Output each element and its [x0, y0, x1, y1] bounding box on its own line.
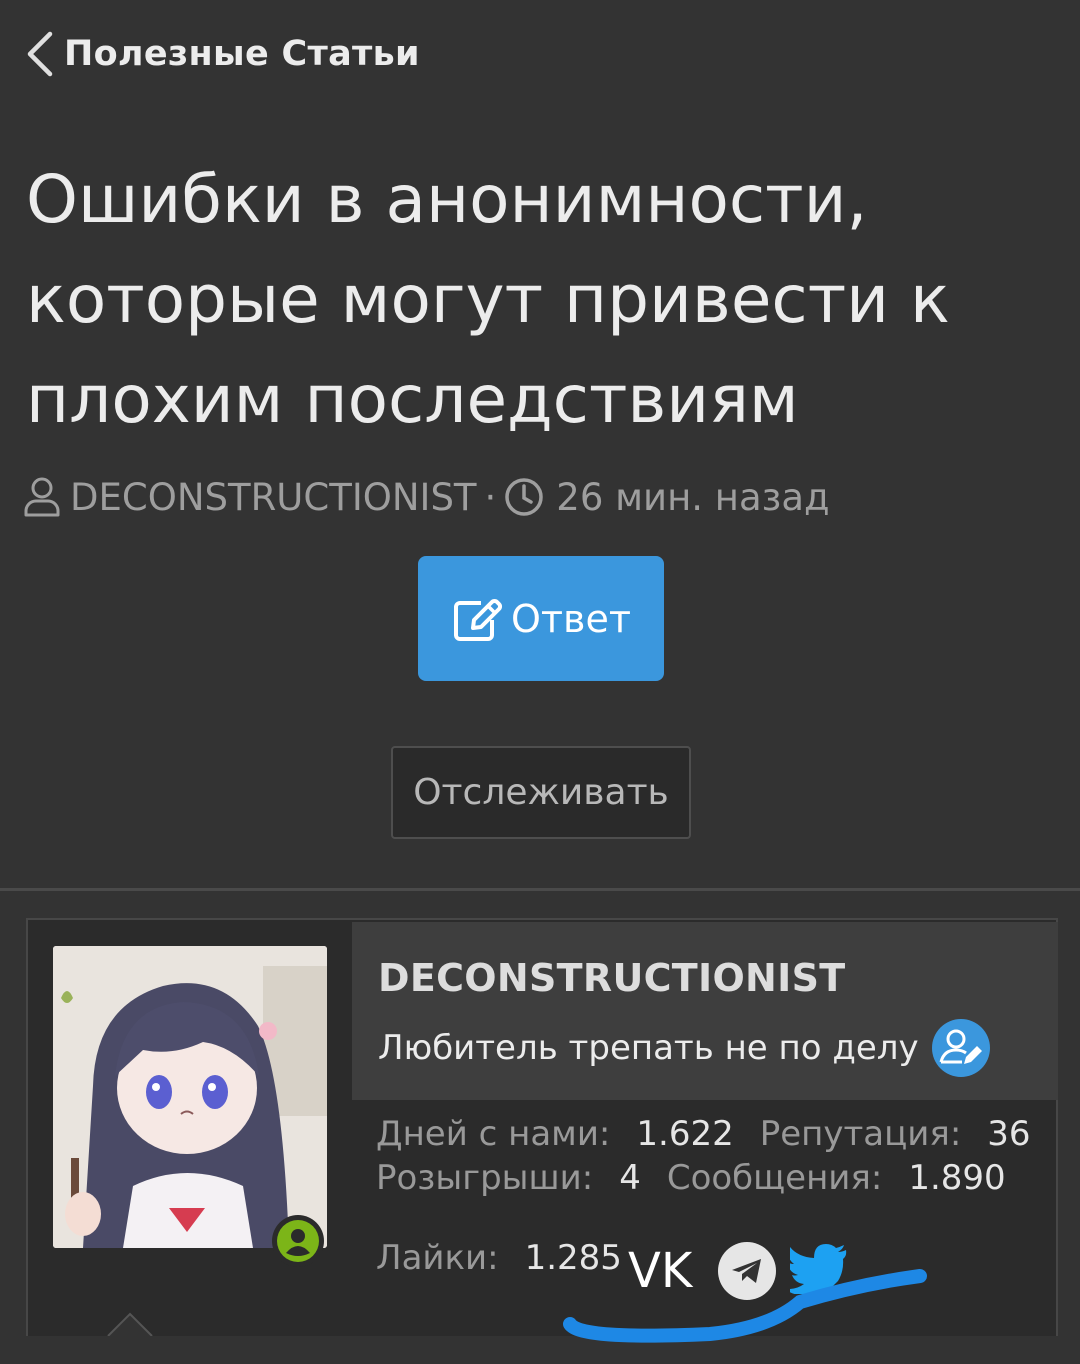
user-card-title: Любитель трепать не по делу: [378, 1018, 991, 1078]
stats-row-2: Розыгрыши: 4 Сообщения: 1.890: [376, 1158, 1006, 1198]
user-card-title-text: Любитель трепать не по делу: [378, 1028, 919, 1068]
breadcrumb-label: Полезные Статьи: [64, 34, 420, 74]
twitter-icon[interactable]: [784, 1244, 848, 1298]
thread-author-link[interactable]: DECONSTRUCTIONIST: [70, 476, 477, 519]
user-card-avatar-column: [28, 920, 352, 1336]
user-icon: [22, 476, 62, 518]
online-user-icon: [277, 1220, 319, 1262]
chevron-left-icon: [27, 31, 53, 77]
stat-days-label: Дней с нами:: [376, 1114, 611, 1154]
avatar[interactable]: [53, 946, 327, 1248]
thread-meta: DECONSTRUCTIONIST · 26 мин. назад: [22, 472, 830, 522]
social-links: VK: [628, 1242, 848, 1300]
edit-icon: [454, 598, 503, 641]
stats-row-3: Лайки: 1.285: [376, 1238, 622, 1278]
follow-button[interactable]: Отслеживать: [391, 746, 691, 839]
stat-messages-value: 1.890: [908, 1158, 1006, 1198]
stats-row-1: Дней с нами: 1.622 Репутация: 36: [376, 1114, 1031, 1154]
follow-button-label: Отслеживать: [413, 772, 669, 813]
thread-time[interactable]: 26 мин. назад: [556, 476, 829, 519]
vk-link[interactable]: VK: [628, 1243, 692, 1299]
meta-separator: ·: [484, 475, 497, 519]
card-pointer-caret: [107, 1312, 153, 1336]
telegram-icon[interactable]: [718, 1242, 777, 1300]
section-divider: [0, 888, 1080, 891]
page-title: Ошибки в анонимности, которые могут прив…: [26, 161, 950, 438]
stat-reputation-value: 36: [987, 1114, 1031, 1154]
user-card-header: DECONSTRUCTIONIST Любитель трепать не по…: [352, 922, 1058, 1100]
reply-button-label: Ответ: [511, 596, 631, 641]
user-card-username[interactable]: DECONSTRUCTIONIST: [378, 956, 845, 1000]
user-edit-badge-icon: [931, 1019, 990, 1077]
stat-days-value: 1.622: [636, 1114, 734, 1154]
reply-button[interactable]: Ответ: [418, 556, 664, 681]
breadcrumb-back[interactable]: Полезные Статьи: [24, 26, 420, 82]
stat-giveaways-label: Розыгрыши:: [376, 1158, 594, 1198]
online-status-badge: [272, 1215, 324, 1267]
stat-reputation-label: Репутация:: [759, 1114, 962, 1154]
stat-giveaways-value: 4: [619, 1158, 641, 1198]
stat-likes-label: Лайки:: [376, 1238, 499, 1278]
clock-icon: [504, 477, 544, 517]
stat-messages-label: Сообщения:: [666, 1158, 883, 1198]
stat-likes-value: 1.285: [524, 1238, 622, 1278]
